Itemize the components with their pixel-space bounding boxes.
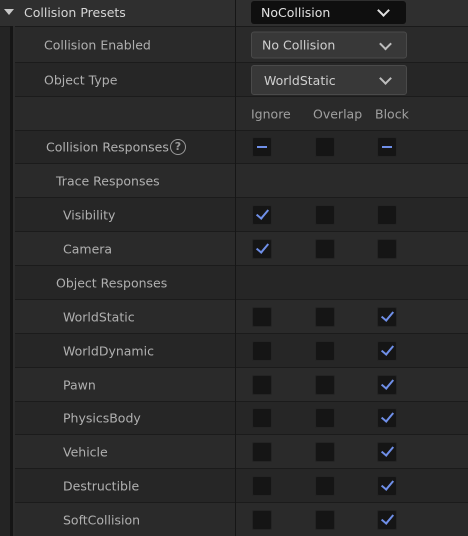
- trace-response-label: Camera: [63, 241, 113, 256]
- visibility-overlap-checkbox[interactable]: [315, 204, 335, 225]
- worlddynamic-ignore-checkbox[interactable]: [252, 340, 272, 361]
- trace-responses-label: Trace Responses: [56, 173, 160, 188]
- softcollision-ignore-checkbox[interactable]: [252, 509, 272, 530]
- vehicle-block-checkbox[interactable]: [377, 441, 397, 462]
- visibility-block-checkbox[interactable]: [377, 204, 397, 225]
- camera-overlap-checkbox[interactable]: [315, 238, 335, 259]
- object-response-label: PhysicsBody: [63, 410, 141, 426]
- object-type-label: Object Type: [44, 72, 118, 87]
- object-response-label: Vehicle: [63, 444, 108, 459]
- collision-responses-block-checkbox[interactable]: [377, 137, 397, 157]
- object-response-row: PhysicsBody: [15, 402, 468, 435]
- overlap-column-header: Overlap: [313, 106, 363, 121]
- object-response-label: WorldStatic: [63, 309, 135, 324]
- trace-response-label: Visibility: [63, 207, 116, 222]
- object-responses-label: Object Responses: [56, 275, 168, 290]
- object-response-row: WorldDynamic: [15, 334, 468, 368]
- collision-enabled-row: Collision Enabled No Collision: [15, 27, 468, 63]
- object-response-row: Vehicle: [15, 435, 468, 469]
- trace-responses-header-row: Trace Responses: [15, 164, 468, 198]
- collision-enabled-dropdown[interactable]: No Collision: [251, 31, 407, 58]
- pawn-block-checkbox[interactable]: [377, 374, 397, 395]
- collision-responses-label: Collision Responses: [46, 139, 169, 155]
- collision-enabled-value: No Collision: [262, 37, 336, 52]
- block-column-header: Block: [375, 106, 409, 121]
- softcollision-overlap-checkbox[interactable]: [315, 509, 335, 530]
- vehicle-overlap-checkbox[interactable]: [315, 441, 335, 462]
- object-type-row: Object Type WorldStatic: [15, 63, 468, 97]
- pawn-ignore-checkbox[interactable]: [252, 374, 272, 395]
- camera-block-checkbox[interactable]: [377, 238, 397, 259]
- worlddynamic-block-checkbox[interactable]: [377, 340, 397, 361]
- collision-presets-header[interactable]: Collision Presets NoCollision: [0, 0, 468, 27]
- physicsbody-overlap-checkbox[interactable]: [315, 408, 335, 428]
- collision-presets-value: NoCollision: [261, 5, 331, 20]
- collision-responses-row: Collision Responses ?: [15, 131, 468, 164]
- collision-enabled-label: Collision Enabled: [44, 37, 151, 52]
- visibility-ignore-checkbox[interactable]: [252, 204, 272, 225]
- worldstatic-overlap-checkbox[interactable]: [315, 306, 335, 327]
- object-response-label: WorldDynamic: [63, 343, 154, 358]
- collapse-arrow-icon[interactable]: [4, 9, 14, 15]
- object-response-row: Pawn: [15, 368, 468, 402]
- destructible-block-checkbox[interactable]: [377, 475, 397, 496]
- camera-ignore-checkbox[interactable]: [252, 238, 272, 259]
- collision-responses-ignore-checkbox[interactable]: [252, 137, 272, 157]
- destructible-overlap-checkbox[interactable]: [315, 475, 335, 496]
- trace-response-row: Camera: [15, 232, 468, 266]
- object-response-row: SoftCollision: [15, 503, 468, 536]
- physicsbody-ignore-checkbox[interactable]: [252, 408, 272, 428]
- object-response-label: SoftCollision: [63, 512, 141, 527]
- collision-presets-dropdown[interactable]: NoCollision: [251, 1, 406, 24]
- trace-response-row: Visibility: [15, 198, 468, 232]
- ignore-column-header: Ignore: [251, 106, 291, 121]
- worldstatic-block-checkbox[interactable]: [377, 306, 397, 327]
- pawn-overlap-checkbox[interactable]: [315, 374, 335, 395]
- worlddynamic-overlap-checkbox[interactable]: [315, 340, 335, 361]
- destructible-ignore-checkbox[interactable]: [252, 475, 272, 496]
- column-header-row: Ignore Overlap Block: [15, 97, 468, 131]
- physicsbody-block-checkbox[interactable]: [377, 408, 397, 428]
- help-icon[interactable]: ?: [170, 139, 186, 155]
- object-response-label: Destructible: [63, 478, 140, 493]
- object-response-row: WorldStatic: [15, 300, 468, 334]
- object-responses-header-row: Object Responses: [15, 266, 468, 300]
- worldstatic-ignore-checkbox[interactable]: [252, 306, 272, 327]
- collision-presets-title: Collision Presets: [24, 5, 126, 20]
- object-response-label: Pawn: [63, 377, 96, 392]
- object-type-value: WorldStatic: [264, 72, 336, 88]
- object-response-row: Destructible: [15, 469, 468, 503]
- vehicle-ignore-checkbox[interactable]: [252, 441, 272, 462]
- softcollision-block-checkbox[interactable]: [377, 509, 397, 530]
- object-type-dropdown[interactable]: WorldStatic: [251, 64, 407, 95]
- column-divider[interactable]: [235, 0, 236, 536]
- collision-responses-overlap-checkbox[interactable]: [315, 137, 335, 157]
